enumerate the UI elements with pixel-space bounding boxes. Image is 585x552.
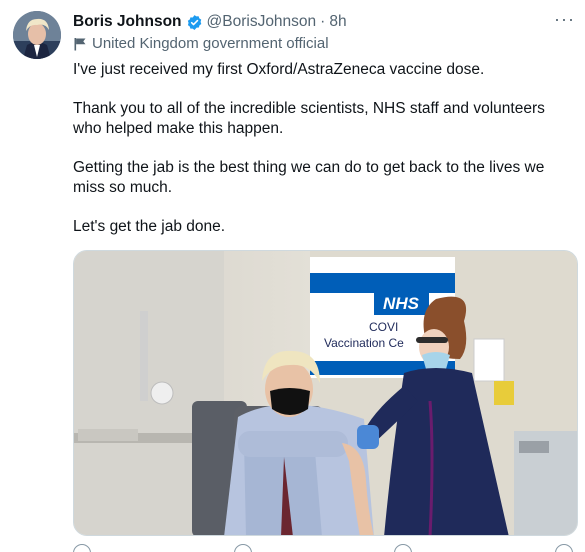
like-icon[interactable] — [394, 544, 413, 552]
tweet-paragraph: Getting the jab is the best thing we can… — [73, 159, 545, 196]
reply-icon[interactable] — [73, 544, 91, 552]
account-label: United Kingdom government official — [73, 35, 329, 52]
retweet-icon[interactable] — [233, 544, 252, 552]
sign-line-1: COVI — [369, 320, 398, 334]
tweet-photo[interactable]: NHS COVI Vaccination Ce — [73, 250, 578, 536]
sign-line-2: Vaccination Ce — [324, 336, 404, 350]
tweet-text: I've just received my first Oxford/Astra… — [73, 60, 573, 256]
separator-dot: · — [320, 13, 326, 30]
account-label-text: United Kingdom government official — [92, 35, 329, 52]
share-icon[interactable] — [554, 544, 573, 552]
tweet[interactable]: Boris Johnson @BorisJohnson · 8h ··· Uni… — [0, 0, 585, 552]
tweet-timestamp[interactable]: 8h — [329, 13, 346, 31]
tweet-paragraph: Thank you to all of the incredible scien… — [73, 100, 545, 137]
sign-logo: NHS — [383, 294, 420, 313]
verified-badge-icon — [186, 14, 203, 31]
author-handle[interactable]: @BorisJohnson — [207, 13, 317, 31]
tweet-paragraph: I've just received my first Oxford/Astra… — [73, 61, 485, 78]
vaccination-photo: NHS COVI Vaccination Ce — [74, 251, 577, 535]
tweet-actions — [73, 544, 573, 552]
tweet-paragraph: Let's get the jab done. — [73, 218, 226, 235]
flag-icon — [73, 37, 87, 51]
author-name[interactable]: Boris Johnson — [73, 13, 182, 31]
avatar[interactable] — [13, 11, 61, 59]
avatar-image — [13, 11, 61, 59]
tweet-header: Boris Johnson @BorisJohnson · 8h — [73, 11, 347, 33]
more-icon[interactable]: ··· — [554, 10, 575, 28]
